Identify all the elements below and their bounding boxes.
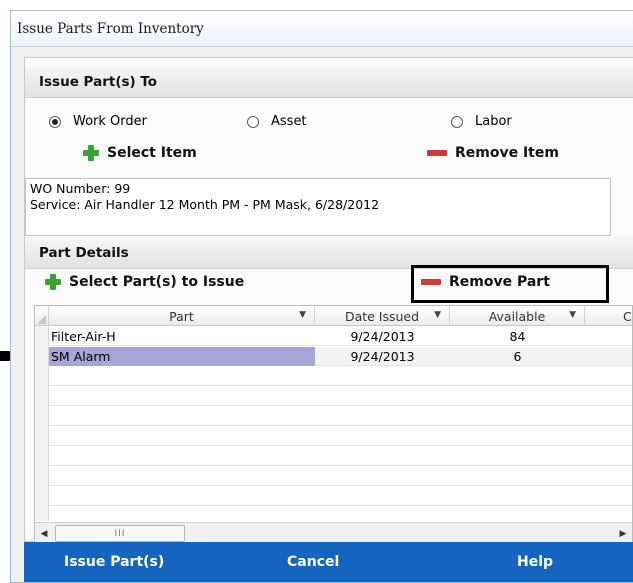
select-parts-label: Select Part(s) to Issue <box>69 274 245 290</box>
remove-item-label: Remove Item <box>455 145 559 161</box>
remove-part-highlight <box>411 265 609 303</box>
cell-part: Filter-Air-H <box>51 329 116 344</box>
wo-number-text: WO Number: 99 <box>30 181 131 196</box>
empty-row <box>49 367 632 386</box>
radio-icon <box>49 115 61 128</box>
empty-row <box>49 387 632 406</box>
minus-icon <box>427 150 447 156</box>
scroll-left-icon[interactable]: ◀ <box>35 524 53 543</box>
issue-parts-button[interactable]: Issue Part(s) <box>64 542 164 582</box>
sort-arrow-icon[interactable]: ▼ <box>434 310 441 320</box>
parts-grid[interactable]: Part ▼ Date Issued ▼ Available ▼ C Filte… <box>34 305 633 545</box>
radio-icon <box>247 115 259 128</box>
radio-labor[interactable]: Labor <box>451 114 512 129</box>
issue-to-header: Issue Part(s) To <box>25 66 633 98</box>
select-item-button[interactable]: Select Item <box>83 145 197 161</box>
scroll-thumb[interactable]: III <box>55 525 185 542</box>
empty-row <box>49 467 632 486</box>
select-item-label: Select Item <box>107 145 197 161</box>
issue-parts-dialog: Issue Parts From Inventory Issue Part(s)… <box>10 10 633 583</box>
cell-date-issued: 9/24/2013 <box>350 349 415 364</box>
grid-corner <box>35 306 49 326</box>
horizontal-scrollbar[interactable]: ◀ III ▶ <box>35 522 632 544</box>
plus-icon <box>45 274 61 290</box>
cell-available: 6 <box>513 349 522 364</box>
sort-arrow-icon[interactable]: ▼ <box>569 310 576 320</box>
cell-part: SM Alarm <box>49 347 315 366</box>
remove-item-button[interactable]: Remove Item <box>427 145 559 161</box>
empty-row <box>49 407 632 426</box>
window-title: Issue Parts From Inventory <box>11 11 633 47</box>
radio-label: Asset <box>271 114 307 129</box>
scroll-right-icon[interactable]: ▶ <box>614 524 632 543</box>
cell-available: 84 <box>509 329 526 344</box>
service-text: Service: Air Handler 12 Month PM - PM Ma… <box>30 197 380 212</box>
column-header-part[interactable]: Part ▼ <box>49 306 315 326</box>
radio-work-order[interactable]: Work Order <box>49 114 147 129</box>
empty-row <box>49 427 632 446</box>
table-row-selected[interactable]: SM Alarm 9/24/2013 6 <box>49 347 632 366</box>
dialog-footer: Issue Part(s) Cancel Help <box>24 542 633 582</box>
select-parts-button[interactable]: Select Part(s) to Issue <box>45 274 244 290</box>
row-selector-column <box>35 326 49 521</box>
sort-arrow-icon[interactable]: ▼ <box>299 310 306 320</box>
radio-icon <box>451 115 463 128</box>
empty-row <box>49 487 632 506</box>
radio-asset[interactable]: Asset <box>247 114 307 129</box>
table-row[interactable]: Filter-Air-H 9/24/2013 84 <box>49 327 632 346</box>
work-order-info: WO Number: 99 Service: Air Handler 12 Mo… <box>25 178 611 236</box>
radio-label: Labor <box>475 114 512 129</box>
cell-date-issued: 9/24/2013 <box>350 329 415 344</box>
cancel-button[interactable]: Cancel <box>287 542 339 582</box>
column-header-available[interactable]: Available ▼ <box>450 306 585 326</box>
help-button[interactable]: Help <box>517 542 553 582</box>
empty-row <box>49 447 632 466</box>
column-header-extra[interactable]: C <box>585 306 632 326</box>
radio-label: Work Order <box>73 114 147 129</box>
column-header-date-issued[interactable]: Date Issued ▼ <box>315 306 450 326</box>
grid-header: Part ▼ Date Issued ▼ Available ▼ C <box>35 306 632 326</box>
plus-icon <box>83 145 99 161</box>
